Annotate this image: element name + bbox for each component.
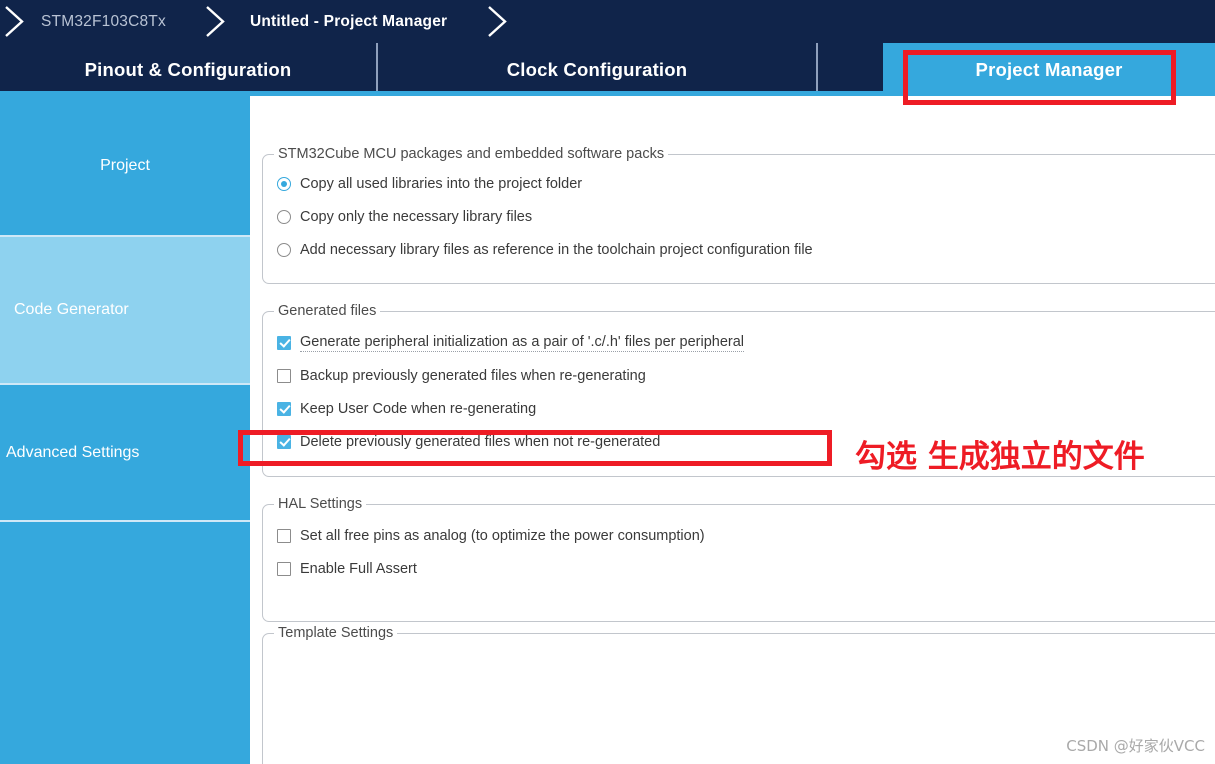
sidebar-item-label: Advanced Settings bbox=[6, 443, 140, 461]
group-title: Generated files bbox=[274, 303, 381, 319]
sidebar-item-advanced-settings[interactable]: Advanced Settings bbox=[0, 385, 250, 522]
tab-clock-configuration[interactable]: Clock Configuration bbox=[378, 43, 818, 96]
radio-label: Copy all used libraries into the project… bbox=[300, 175, 583, 192]
radio-copy-necessary-icon[interactable] bbox=[277, 209, 291, 224]
sidebar-empty-area bbox=[0, 522, 250, 762]
checkbox-row-backup-generated[interactable]: Backup previously generated files when r… bbox=[263, 359, 1215, 392]
sidebar: Project Code Generator Advanced Settings bbox=[0, 96, 250, 764]
checkbox-keep-user-code-icon[interactable] bbox=[277, 401, 291, 416]
radio-label: Add necessary library files as reference… bbox=[300, 241, 813, 258]
radio-label: Copy only the necessary library files bbox=[300, 208, 533, 225]
group-mcu-packages: STM32Cube MCU packages and embedded soft… bbox=[262, 146, 1215, 284]
checkbox-label: Backup previously generated files when r… bbox=[300, 367, 646, 384]
sidebar-item-code-generator[interactable]: Code Generator bbox=[0, 237, 250, 385]
watermark: CSDN @好家伙VCC bbox=[1066, 737, 1205, 755]
checkbox-label: Delete previously generated files when n… bbox=[300, 433, 661, 450]
chevron-right-icon bbox=[2, 4, 28, 39]
checkbox-generate-peripheral-init-icon[interactable] bbox=[277, 335, 291, 350]
tab-pinout-configuration[interactable]: Pinout & Configuration bbox=[0, 43, 378, 96]
checkbox-backup-generated-icon[interactable] bbox=[277, 368, 291, 383]
annotation-chinese-note: 勾选 生成独立的文件 bbox=[855, 439, 1145, 475]
chevron-right-icon bbox=[203, 4, 229, 39]
group-title: Template Settings bbox=[274, 625, 398, 641]
checkbox-set-free-pins-analog-icon[interactable] bbox=[277, 528, 291, 543]
breadcrumb-mcu[interactable]: STM32F103C8Tx bbox=[41, 0, 166, 43]
group-title: STM32Cube MCU packages and embedded soft… bbox=[274, 146, 669, 162]
chevron-right-icon bbox=[485, 4, 511, 39]
checkbox-label: Generate peripheral initialization as a … bbox=[300, 333, 744, 352]
checkbox-row-set-free-pins-analog[interactable]: Set all free pins as analog (to optimize… bbox=[263, 519, 1215, 552]
checkbox-row-keep-user-code[interactable]: Keep User Code when re-generating bbox=[263, 392, 1215, 425]
sidebar-item-label: Project bbox=[100, 156, 150, 174]
project-manager-content: STM32Cube MCU packages and embedded soft… bbox=[250, 96, 1215, 764]
tab-project-manager[interactable]: Project Manager bbox=[883, 43, 1215, 96]
radio-row-copy-all[interactable]: Copy all used libraries into the project… bbox=[263, 167, 1215, 200]
breadcrumb-project[interactable]: Untitled - Project Manager bbox=[250, 0, 447, 43]
radio-row-add-reference[interactable]: Add necessary library files as reference… bbox=[263, 233, 1215, 266]
radio-row-copy-necessary[interactable]: Copy only the necessary library files bbox=[263, 200, 1215, 233]
group-title: HAL Settings bbox=[274, 496, 367, 512]
sidebar-item-label: Code Generator bbox=[14, 301, 129, 318]
main-tab-bar: Pinout & Configuration Clock Configurati… bbox=[0, 43, 1215, 96]
checkbox-label: Set all free pins as analog (to optimize… bbox=[300, 527, 705, 544]
checkbox-label: Keep User Code when re-generating bbox=[300, 400, 537, 417]
radio-copy-all-libraries-icon[interactable] bbox=[277, 176, 291, 191]
radio-add-reference-icon[interactable] bbox=[277, 242, 291, 257]
checkbox-enable-full-assert-icon[interactable] bbox=[277, 561, 291, 576]
sidebar-item-project[interactable]: Project bbox=[0, 96, 250, 237]
group-hal-settings: HAL Settings Set all free pins as analog… bbox=[262, 496, 1215, 622]
checkbox-delete-generated-icon[interactable] bbox=[277, 434, 291, 449]
breadcrumb: STM32F103C8Tx Untitled - Project Manager bbox=[0, 0, 1215, 43]
checkbox-label: Enable Full Assert bbox=[300, 560, 417, 577]
checkbox-row-enable-full-assert[interactable]: Enable Full Assert bbox=[263, 552, 1215, 585]
checkbox-row-generate-peripheral-init[interactable]: Generate peripheral initialization as a … bbox=[263, 326, 1215, 359]
tab-bar-spacer bbox=[818, 43, 883, 96]
